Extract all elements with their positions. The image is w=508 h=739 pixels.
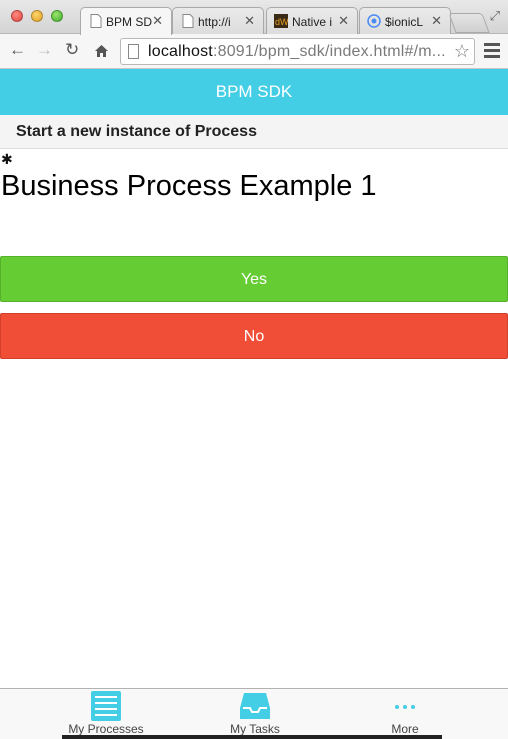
gear-icon[interactable]: ✱ bbox=[1, 151, 13, 168]
tab-my-tasks[interactable]: My Tasks bbox=[170, 689, 340, 739]
bottom-tab-bar: My Processes My Tasks More bbox=[0, 688, 508, 739]
url-path: :8091/bpm_sdk/index.html#/m... bbox=[212, 43, 446, 60]
address-bar[interactable]: localhost:8091/bpm_sdk/index.html#/m... … bbox=[120, 38, 475, 65]
subheader: Start a new instance of Process bbox=[0, 115, 508, 149]
tab-label: Native i bbox=[292, 15, 333, 29]
close-tab-icon[interactable]: ✕ bbox=[152, 13, 163, 29]
url-text: localhost:8091/bpm_sdk/index.html#/m... bbox=[148, 43, 446, 61]
browser-window: BPM SD ✕ http://i ✕ dW Native i ✕ $ionic… bbox=[0, 0, 508, 739]
tab-label: My Processes bbox=[68, 722, 144, 736]
subheader-text: Start a new instance of Process bbox=[16, 123, 257, 140]
tab-my-processes[interactable]: My Processes bbox=[21, 689, 191, 739]
inbox-icon bbox=[240, 693, 270, 719]
back-icon[interactable]: ← bbox=[9, 40, 26, 60]
tab-more[interactable]: More bbox=[320, 689, 490, 739]
close-tab-icon[interactable]: ✕ bbox=[431, 13, 442, 29]
url-host: localhost bbox=[148, 43, 213, 60]
browser-tab-strip: BPM SD ✕ http://i ✕ dW Native i ✕ $ionic… bbox=[0, 0, 508, 35]
window-minimize-button[interactable] bbox=[31, 10, 43, 22]
list-icon bbox=[91, 691, 121, 721]
tab-label: My Tasks bbox=[230, 722, 280, 736]
app-header: BPM SDK bbox=[0, 69, 508, 115]
browser-menu-icon[interactable] bbox=[484, 43, 500, 61]
ionic-logo-icon bbox=[367, 14, 381, 28]
browser-tab-bpm-sdk[interactable]: BPM SD ✕ bbox=[80, 7, 172, 35]
close-tab-icon[interactable]: ✕ bbox=[244, 13, 255, 29]
tab-label: http://i bbox=[198, 15, 231, 29]
process-title: Business Process Example 1 bbox=[1, 170, 377, 202]
page-icon bbox=[128, 44, 139, 59]
svg-text:dW: dW bbox=[275, 17, 288, 27]
browser-tab-http[interactable]: http://i ✕ bbox=[172, 7, 264, 34]
home-icon[interactable] bbox=[94, 44, 109, 58]
app-title: BPM SDK bbox=[215, 82, 293, 101]
tab-label: More bbox=[391, 722, 419, 736]
window-close-button[interactable] bbox=[11, 10, 23, 22]
window-bottom-edge bbox=[62, 735, 442, 739]
page-icon bbox=[182, 14, 194, 28]
close-tab-icon[interactable]: ✕ bbox=[338, 13, 349, 29]
window-maximize-button[interactable] bbox=[51, 10, 63, 22]
tab-label: $ionicL bbox=[385, 15, 424, 29]
tab-label: BPM SD bbox=[106, 15, 153, 29]
yes-button[interactable]: Yes bbox=[0, 256, 508, 302]
no-button[interactable]: No bbox=[0, 313, 508, 359]
fullscreen-icon[interactable]: ⤢ bbox=[490, 8, 500, 24]
browser-toolbar: ← → ↻ localhost:8091/bpm_sdk/index.html#… bbox=[0, 34, 508, 69]
browser-tab-native[interactable]: dW Native i ✕ bbox=[266, 7, 358, 34]
bookmark-star-icon[interactable]: ☆ bbox=[454, 41, 470, 62]
more-icon bbox=[395, 705, 415, 709]
dw-logo-icon: dW bbox=[274, 14, 288, 28]
forward-icon[interactable]: → bbox=[36, 40, 53, 60]
new-tab-button[interactable] bbox=[448, 13, 490, 33]
browser-tab-ionic[interactable]: $ionicL ✕ bbox=[359, 7, 451, 34]
reload-icon[interactable]: ↻ bbox=[65, 40, 79, 60]
page-icon bbox=[90, 14, 102, 28]
